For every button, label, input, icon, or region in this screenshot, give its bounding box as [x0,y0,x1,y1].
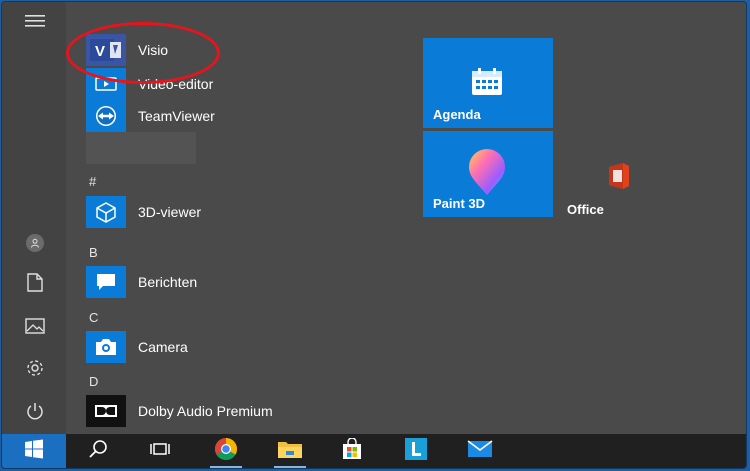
video-editor-icon [86,68,126,100]
running-indicator [274,466,306,468]
tile-label-office: Office [567,202,604,217]
paint-3d-icon [463,149,511,202]
start-button[interactable] [2,434,66,468]
3d-viewer-icon [86,196,126,228]
taskbar-chrome[interactable] [202,434,250,468]
app-label-3d-viewer: 3D-viewer [138,204,202,220]
power-icon [26,402,44,425]
documents-button[interactable] [20,270,50,300]
section-letter-b[interactable]: B [89,245,98,260]
settings-button[interactable] [20,355,50,385]
taskbar-search-button[interactable] [74,434,122,468]
file-explorer-icon [277,439,303,464]
app-berichten[interactable]: Berichten [86,266,197,298]
app-camera[interactable]: Camera [86,331,188,363]
settings-icon [25,358,45,383]
hover-highlight [86,132,196,164]
tile-paint-3d[interactable]: Paint 3D [423,131,553,217]
pictures-button[interactable] [20,313,50,343]
app-label-dolby-audio: Dolby Audio Premium [138,403,273,419]
start-left-rail [2,2,66,434]
camera-icon [86,331,126,363]
app-dolby-audio[interactable]: Dolby Audio Premium [86,395,273,427]
task-view-button[interactable] [136,434,184,468]
taskbar-mail[interactable] [456,434,504,468]
search-icon [88,439,108,464]
app-label-teamviewer: TeamViewer [138,108,215,124]
running-indicator [210,466,242,468]
tile-agenda[interactable]: Agenda [423,38,553,128]
app-label-visio: Visio [138,42,169,58]
hamburger-menu-button[interactable] [20,8,50,38]
app-label-berichten: Berichten [138,274,198,290]
svg-text:V: V [95,43,105,60]
taskbar-file-explorer[interactable] [266,434,314,468]
app-teamviewer[interactable]: TeamViewer [86,100,215,132]
start-menu-screen: V Visio Video-editor TeamViewer # 3D-vie… [2,2,746,468]
chrome-icon [214,437,238,466]
section-letter-hash[interactable]: # [89,174,96,189]
dolby-icon [86,395,126,427]
section-letter-d[interactable]: D [89,374,98,389]
document-icon [27,273,43,297]
windows-icon [24,439,44,464]
calendar-icon [471,68,503,101]
mail-icon [467,439,493,464]
user-account-button[interactable] [20,228,50,258]
store-icon [341,436,363,465]
user-icon [26,234,44,252]
taskbar-store[interactable] [328,434,376,468]
app-visio[interactable]: V Visio [86,34,168,66]
app-label-camera: Camera [138,339,188,355]
hamburger-icon [25,14,45,33]
section-letter-c[interactable]: C [89,310,98,325]
task-view-icon [149,440,171,463]
teamviewer-icon [86,100,126,132]
messaging-icon [86,266,126,298]
tile-label-paint-3d: Paint 3D [433,196,486,211]
l-app-icon [404,437,428,466]
app-video-editor[interactable]: Video-editor [86,68,213,100]
taskbar-l-app[interactable] [392,434,440,468]
taskbar [2,434,746,468]
tile-label-agenda: Agenda [433,107,481,122]
visio-icon: V [86,34,126,66]
pictures-icon [25,317,45,339]
app-label-video-editor: Video-editor [138,76,214,92]
power-button[interactable] [20,398,50,428]
office-icon [603,161,633,196]
app-3d-viewer[interactable]: 3D-viewer [86,196,201,228]
